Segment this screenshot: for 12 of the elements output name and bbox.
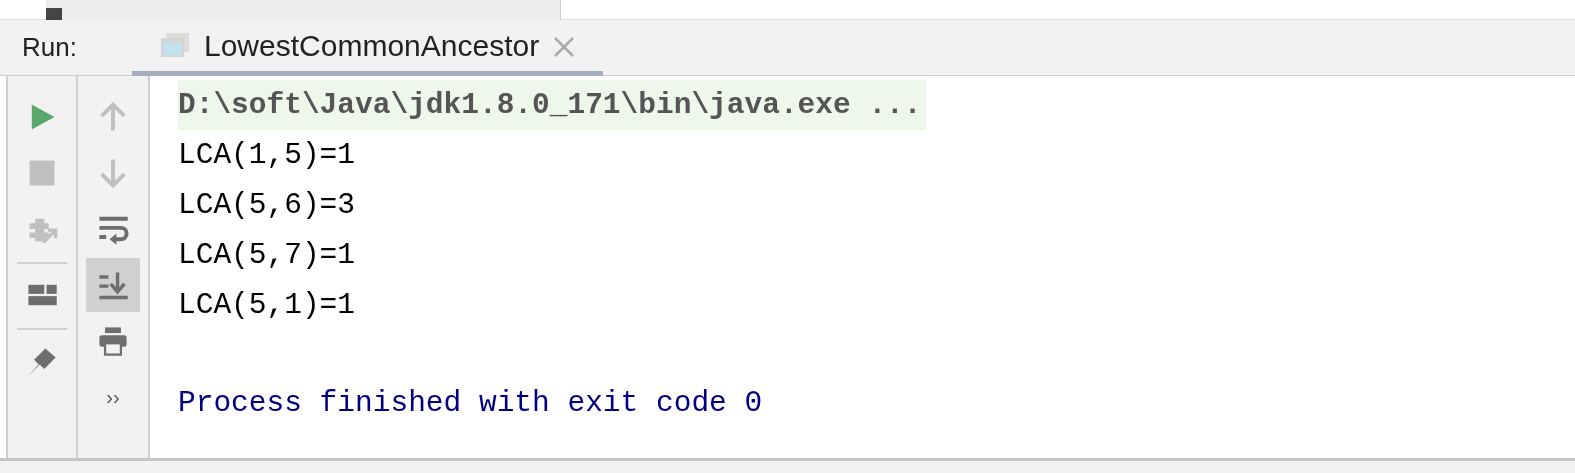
exit-message: Process finished with exit code 0	[178, 385, 764, 422]
output-line: LCA(5,6)=3	[178, 187, 357, 224]
file-icon	[46, 8, 62, 20]
more-button[interactable]: ››	[86, 370, 140, 424]
run-tab[interactable]: LowestCommonAncestor	[132, 19, 604, 76]
output-line: LCA(5,1)=1	[178, 287, 357, 324]
horizontal-scrollbar[interactable]	[0, 458, 1575, 473]
window-icon	[160, 32, 190, 58]
run-label: Run:	[22, 31, 78, 64]
scroll-to-end-button[interactable]	[86, 258, 140, 312]
output-line: LCA(1,5)=1	[178, 137, 357, 174]
output-line: LCA(5,7)=1	[178, 237, 357, 274]
